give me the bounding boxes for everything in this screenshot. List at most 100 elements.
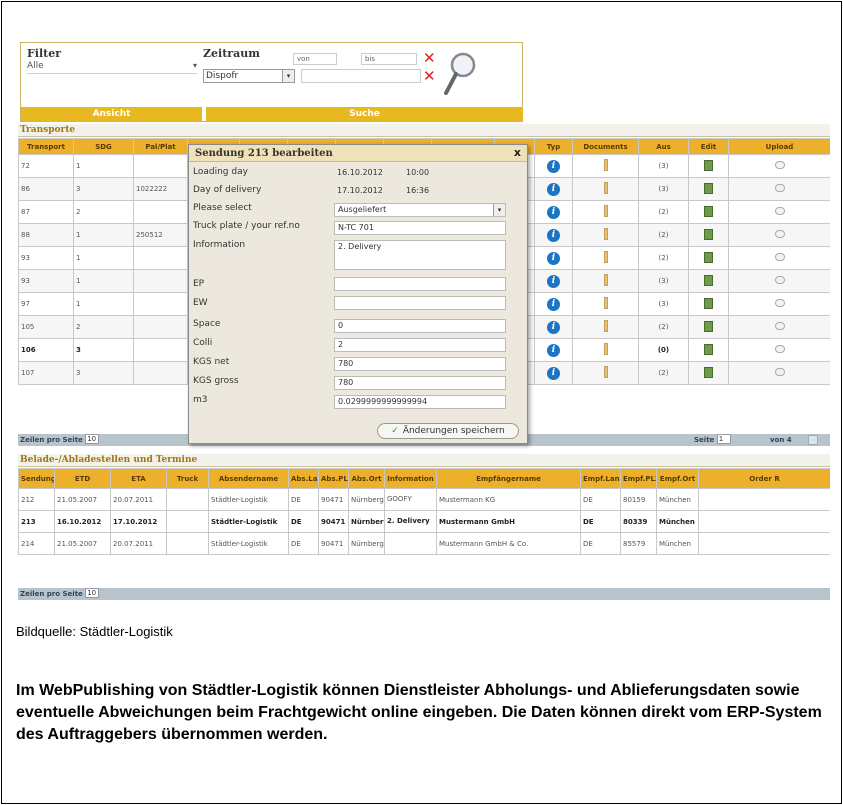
info-icon[interactable]: i [547,297,560,311]
edit-icon[interactable] [704,228,713,240]
magnifier-icon[interactable] [443,51,479,97]
column-header[interactable]: ETD [54,468,111,489]
loading-day-date[interactable]: 16.10.2012 [334,167,398,181]
filter-select[interactable]: Alle ▾ [27,61,197,74]
status-select[interactable]: Ausgeliefert ▾ [334,203,506,217]
rows-per-page-input[interactable]: 10 [85,434,100,444]
ansicht-button[interactable]: Ansicht [21,107,202,122]
upload-icon[interactable] [774,345,785,353]
column-header[interactable]: Abs.Land [288,468,319,489]
column-header[interactable]: Empf.PLZ [620,468,657,489]
info-icon[interactable]: i [547,205,560,219]
transport-cell[interactable]: 72 [18,154,74,178]
info-icon[interactable]: i [547,228,560,242]
edit-icon[interactable] [704,343,713,355]
edit-icon[interactable] [704,205,713,217]
info-icon[interactable]: i [547,251,560,265]
transport-cell[interactable]: 86 [18,177,74,201]
column-header[interactable]: Pal/Plat [133,138,188,155]
info-icon[interactable]: i [547,366,560,380]
column-header[interactable]: Edit [688,138,729,155]
kgs-gross-input[interactable]: 780 [334,376,506,390]
loading-day-time[interactable]: 10:00 [403,167,443,181]
edit-icon[interactable] [704,251,713,263]
edit-icon[interactable] [704,320,713,332]
truck-input[interactable]: N-TC 701 [334,221,506,235]
upload-icon[interactable] [774,276,785,284]
zeitraum-type-select[interactable]: Dispofr ▾ [203,69,295,83]
edit-icon[interactable] [704,274,713,286]
column-header[interactable]: Empfängername [436,468,581,489]
upload-icon[interactable] [774,299,785,307]
upload-icon[interactable] [774,230,785,238]
document-icon[interactable] [603,320,608,332]
colli-input[interactable]: 2 [334,338,506,352]
document-icon[interactable] [603,274,608,286]
table-row[interactable]: 212 21.05.2007 20.07.2011 Städtler-Logistik… [18,488,830,511]
transport-cell[interactable]: 87 [18,200,74,224]
bis-input[interactable]: bis [361,53,417,65]
document-icon[interactable] [603,228,608,240]
column-header[interactable]: Abs.PLZ [318,468,349,489]
table-row[interactable]: 214 21.05.2007 20.07.2011 Städtler-Logistik… [18,532,830,555]
upload-icon[interactable] [774,161,785,169]
info-icon[interactable]: i [547,343,560,357]
transport-cell[interactable]: 93 [18,246,74,270]
clear-x-icon[interactable]: ✕ [423,67,436,85]
column-header[interactable]: ETA [110,468,167,489]
transport-cell[interactable]: 106 [18,338,74,362]
ew-input[interactable] [334,296,506,310]
column-header[interactable]: Order R [698,468,830,489]
delivery-time[interactable]: 16:36 [403,185,443,199]
column-header[interactable]: Typ [534,138,573,155]
upload-icon[interactable] [774,184,785,192]
document-icon[interactable] [603,297,608,309]
column-header[interactable]: Sendung [18,468,55,489]
von-input[interactable]: von [293,53,337,65]
zeitraum-input[interactable] [301,69,421,83]
info-icon[interactable]: i [547,274,560,288]
column-header[interactable]: Documents [572,138,639,155]
column-header[interactable]: Empf.Ort [656,468,699,489]
document-icon[interactable] [603,182,608,194]
transport-cell[interactable]: 105 [18,315,74,339]
rows-per-page-input[interactable]: 10 [85,588,100,598]
document-icon[interactable] [603,251,608,263]
kgs-net-input[interactable]: 780 [334,357,506,371]
last-page-button[interactable] [808,435,818,445]
upload-icon[interactable] [774,207,785,215]
transport-cell[interactable]: 93 [18,269,74,293]
document-icon[interactable] [603,343,608,355]
column-header[interactable]: Abs.Ort [348,468,385,489]
clear-x-icon[interactable]: ✕ [423,49,436,67]
upload-icon[interactable] [774,322,785,330]
delivery-date[interactable]: 17.10.2012 [334,185,398,199]
edit-icon[interactable] [704,159,713,171]
info-icon[interactable]: i [547,159,560,173]
column-header[interactable]: SDG [73,138,134,155]
transport-cell[interactable]: 88 [18,223,74,247]
edit-icon[interactable] [704,297,713,309]
edit-icon[interactable] [704,366,713,378]
upload-icon[interactable] [774,368,785,376]
column-header[interactable]: Transport [18,138,74,155]
information-textarea[interactable]: 2. Delivery [334,240,506,270]
column-header[interactable]: Information [384,468,437,489]
column-header[interactable]: Truck [166,468,209,489]
info-icon[interactable]: i [547,320,560,334]
column-header[interactable]: Upload [728,138,830,155]
space-input[interactable]: 0 [334,319,506,333]
column-header[interactable]: Absendername [208,468,289,489]
info-icon[interactable]: i [547,182,560,196]
suche-button[interactable]: Suche [206,107,523,122]
ep-input[interactable] [334,277,506,291]
document-icon[interactable] [603,159,608,171]
table-row[interactable]: 213 16.10.2012 17.10.2012 Städtler-Logistik… [18,510,830,533]
close-icon[interactable]: x [514,146,521,159]
edit-icon[interactable] [704,182,713,194]
transport-cell[interactable]: 97 [18,292,74,316]
transport-cell[interactable]: 107 [18,361,74,385]
save-changes-button[interactable]: ✓ Änderungen speichern [377,423,519,439]
page-select[interactable]: 1 [716,434,731,444]
column-header[interactable]: Aus [638,138,689,155]
